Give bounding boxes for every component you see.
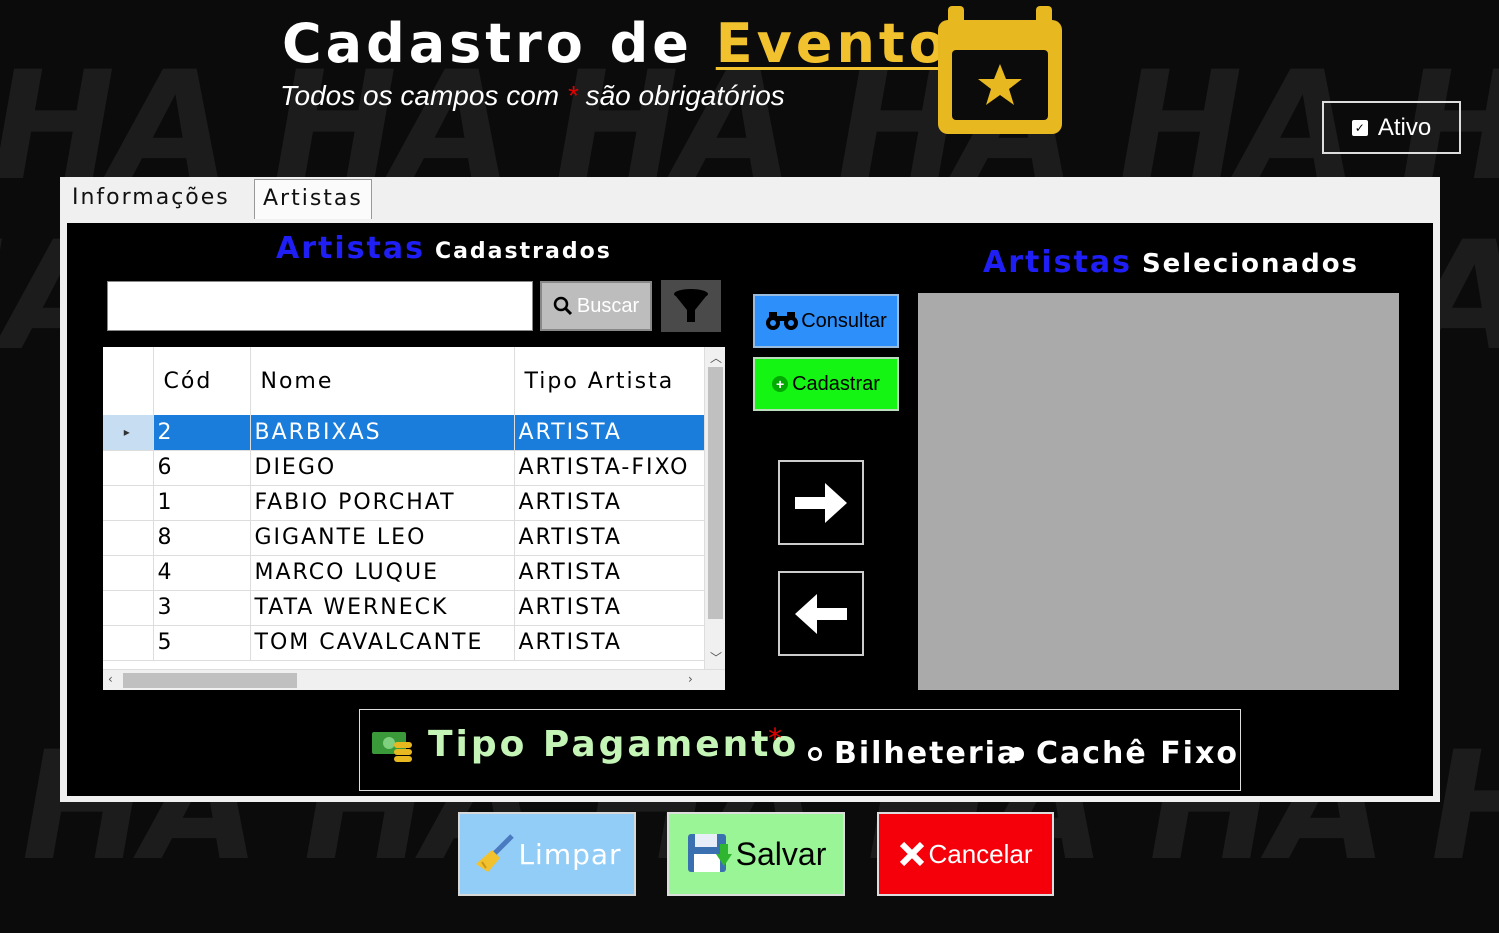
tab-artistas[interactable]: Artistas — [254, 179, 372, 219]
column-header-cod[interactable]: Cód — [153, 347, 251, 415]
table-row[interactable]: 6 DIEGO ARTISTA-FIXO — [103, 450, 705, 486]
cell-tipo: ARTISTA — [514, 625, 705, 661]
consultar-button[interactable]: Consultar — [753, 294, 899, 348]
ativo-checkbox[interactable]: ✓ Ativo — [1322, 101, 1461, 154]
horizontal-scroll-thumb[interactable] — [123, 673, 297, 688]
table-row[interactable]: ▸ 2 BARBIXAS ARTISTA — [103, 415, 705, 451]
consultar-label: Consultar — [801, 309, 887, 332]
tab-panel: Informações Artistas Artistas Cadastrados… — [60, 177, 1440, 802]
cell-tipo: ARTISTA — [514, 485, 705, 521]
artistas-content: Artistas Cadastrados Buscar Cód Nome Tipo… — [67, 223, 1433, 796]
artistas-grid[interactable]: Cód Nome Tipo Artista ▸ 2 BARBIXAS ARTISTA … — [103, 347, 725, 690]
filter-icon — [674, 289, 708, 322]
selecionados-title: Artistas Selecionados — [983, 245, 1360, 280]
calendar-star-icon — [938, 6, 1062, 134]
table-row[interactable]: 4 MARCO LUQUE ARTISTA — [103, 555, 705, 591]
search-icon — [553, 296, 572, 316]
remove-artist-button[interactable] — [778, 571, 864, 656]
broom-icon — [476, 834, 515, 872]
row-selector[interactable] — [103, 520, 154, 556]
cell-cod: 1 — [153, 485, 251, 521]
cancelar-label: Cancelar — [928, 838, 1033, 869]
save-icon — [687, 834, 732, 872]
plus-icon: + — [772, 376, 789, 392]
row-selector[interactable] — [103, 590, 154, 626]
cancelar-button[interactable]: Cancelar — [877, 812, 1054, 896]
cell-nome: FABIO PORCHAT — [250, 485, 515, 521]
scroll-down-icon[interactable]: ﹀ — [710, 649, 722, 666]
table-row[interactable]: 3 TATA WERNECK ARTISTA — [103, 590, 705, 626]
cadastrados-title: Artistas Cadastrados — [276, 231, 612, 266]
vertical-scroll-thumb[interactable] — [708, 367, 723, 619]
row-selector[interactable]: ▸ — [103, 415, 154, 451]
limpar-label: Limpar — [518, 837, 622, 871]
tipo-pagamento-group: Tipo Pagamento * Bilheteria Cachê Fixo — [359, 709, 1241, 791]
radio-icon — [808, 746, 822, 761]
arrow-right-icon — [795, 482, 847, 523]
page-subtitle: Todos os campos com * são obrigatórios — [280, 80, 785, 111]
buscar-button[interactable]: Buscar — [540, 281, 652, 331]
cell-nome: BARBIXAS — [250, 415, 515, 451]
radio-icon — [1010, 746, 1024, 761]
limpar-button[interactable]: Limpar — [458, 812, 636, 896]
salvar-label: Salvar — [735, 835, 827, 872]
ativo-label: Ativo — [1377, 113, 1432, 141]
row-selector[interactable] — [103, 485, 154, 521]
cadastrar-label: Cadastrar — [792, 372, 880, 395]
page-title: Cadastro de Eventos — [282, 12, 986, 75]
radio-bilheteria-label: Bilheteria — [834, 736, 1020, 771]
column-header-nome[interactable]: Nome — [250, 347, 515, 415]
required-mark: * — [566, 80, 578, 111]
tab-informacoes[interactable]: Informações — [64, 179, 238, 219]
scroll-up-icon[interactable]: ︿ — [710, 349, 722, 366]
close-icon — [900, 841, 925, 867]
cell-nome: DIEGO — [250, 450, 515, 486]
row-header-corner — [103, 347, 154, 415]
cell-cod: 2 — [153, 415, 251, 451]
table-row[interactable]: 5 TOM CAVALCANTE ARTISTA — [103, 625, 705, 661]
cell-tipo: ARTISTA — [514, 520, 705, 556]
table-row[interactable]: 8 GIGANTE LEO ARTISTA — [103, 520, 705, 556]
cell-cod: 4 — [153, 555, 251, 591]
radio-bilheteria[interactable]: Bilheteria — [808, 736, 1019, 771]
horizontal-scrollbar[interactable]: ‹ › — [103, 669, 725, 690]
cell-cod: 3 — [153, 590, 251, 626]
cell-nome: GIGANTE LEO — [250, 520, 515, 556]
arrow-left-icon — [795, 593, 847, 634]
scroll-left-icon[interactable]: ‹ — [108, 672, 113, 686]
search-input[interactable] — [107, 281, 533, 331]
cell-nome: TOM CAVALCANTE — [250, 625, 515, 661]
cell-cod: 6 — [153, 450, 251, 486]
vertical-scrollbar[interactable]: ︿ ﹀ — [704, 347, 725, 669]
radio-cache-fixo-label: Cachê Fixo — [1036, 736, 1239, 771]
selected-artists-list[interactable] — [918, 293, 1399, 690]
required-mark: * — [768, 722, 782, 755]
scroll-right-icon[interactable]: › — [688, 672, 693, 686]
cell-nome: MARCO LUQUE — [250, 555, 515, 591]
buscar-label: Buscar — [576, 294, 640, 317]
money-icon — [372, 732, 412, 762]
cell-tipo: ARTISTA — [514, 590, 705, 626]
row-selector[interactable] — [103, 625, 154, 661]
cell-tipo: ARTISTA-FIXO — [514, 450, 705, 486]
row-selector[interactable] — [103, 555, 154, 591]
cell-tipo: ARTISTA — [514, 415, 705, 451]
row-selector[interactable] — [103, 450, 154, 486]
checkbox-icon: ✓ — [1351, 119, 1368, 136]
table-row[interactable]: 1 FABIO PORCHAT ARTISTA — [103, 485, 705, 521]
cell-cod: 8 — [153, 520, 251, 556]
radio-cache-fixo[interactable]: Cachê Fixo — [1010, 736, 1239, 771]
cell-cod: 5 — [153, 625, 251, 661]
tipo-pagamento-label: Tipo Pagamento — [428, 724, 800, 765]
cadastrar-button[interactable]: + Cadastrar — [753, 357, 899, 411]
cell-nome: TATA WERNECK — [250, 590, 515, 626]
filter-button[interactable] — [661, 280, 721, 332]
add-artist-button[interactable] — [778, 460, 864, 545]
column-header-tipo[interactable]: Tipo Artista — [514, 347, 705, 415]
binoculars-icon — [766, 312, 799, 330]
cell-tipo: ARTISTA — [514, 555, 705, 591]
salvar-button[interactable]: Salvar — [667, 812, 845, 896]
